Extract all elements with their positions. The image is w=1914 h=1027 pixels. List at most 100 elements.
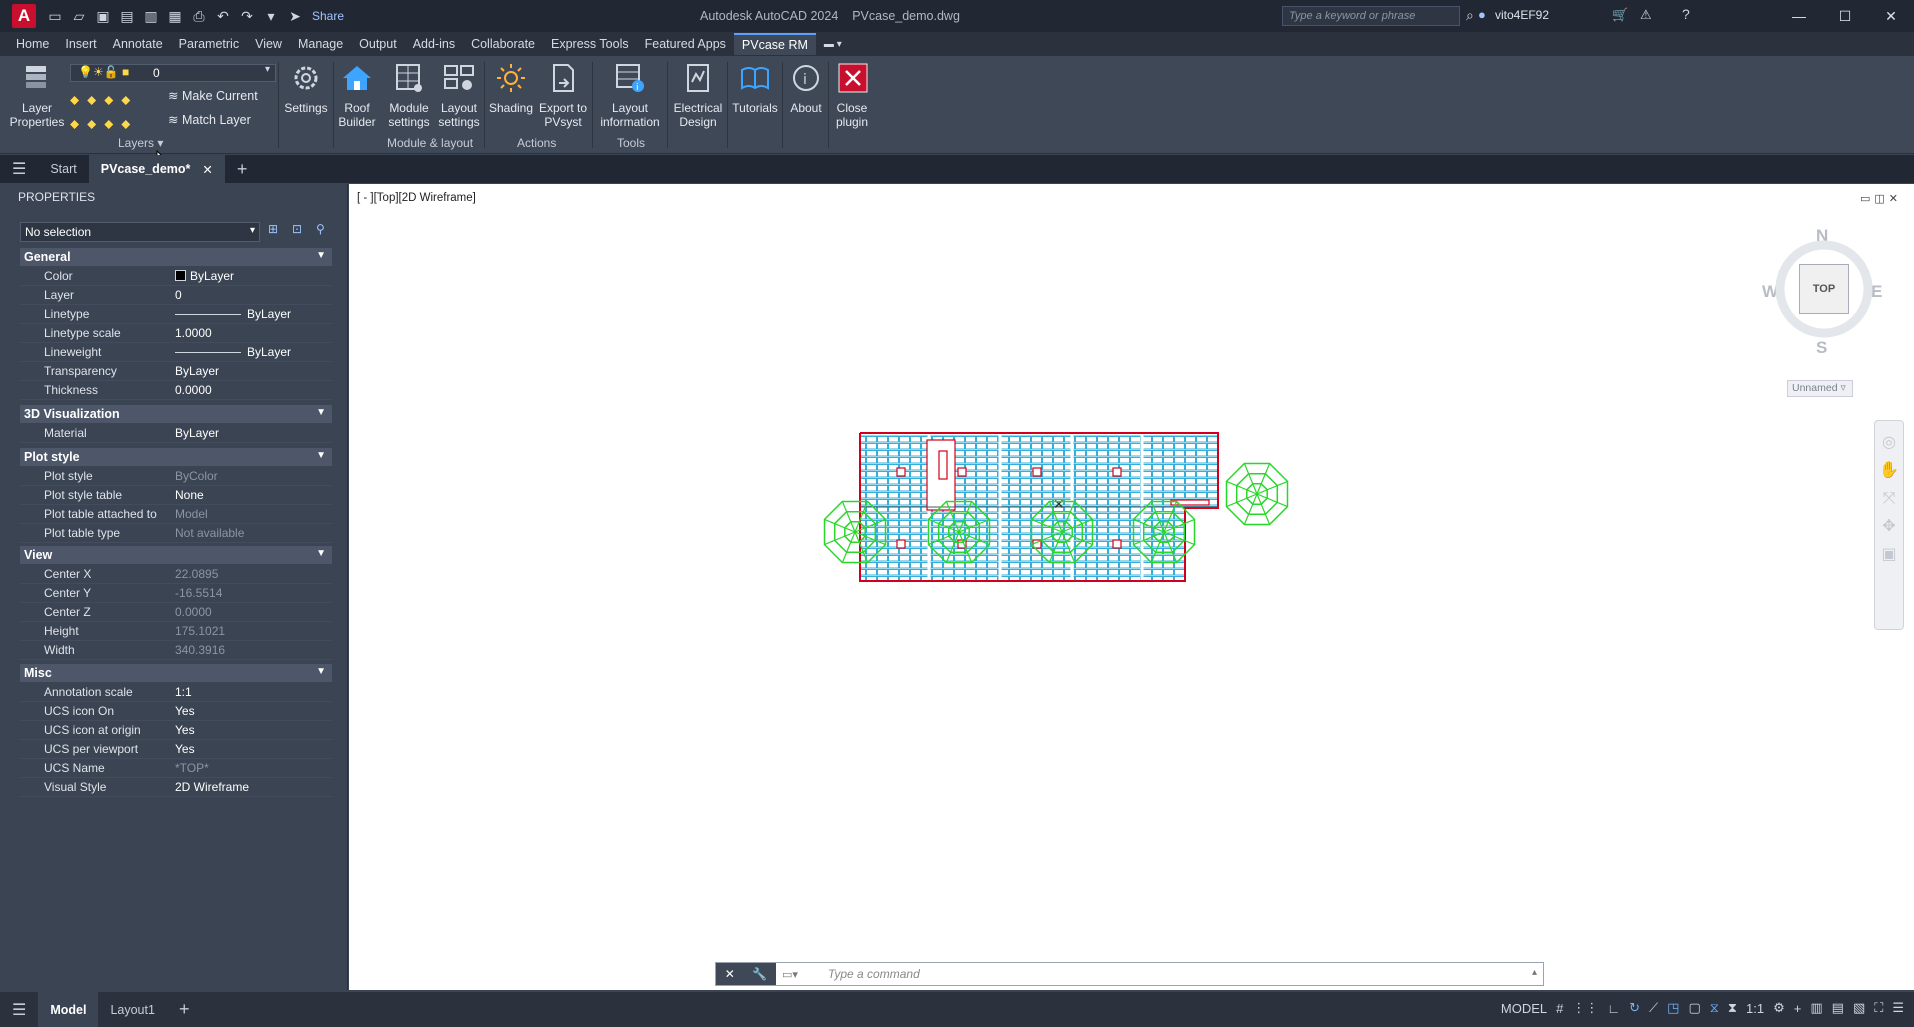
section-3d-visualization[interactable]: 3D Visualization ▼ bbox=[20, 405, 332, 423]
open-folder-icon[interactable]: ▱ bbox=[70, 7, 88, 25]
layout-settings-button[interactable]: Layout settings bbox=[434, 62, 484, 129]
prop-ucs-icon-origin[interactable]: UCS icon at origin Yes bbox=[20, 721, 332, 740]
command-input[interactable]: Type a command bbox=[828, 967, 920, 981]
cart-icon[interactable]: 🛒 bbox=[1612, 7, 1628, 23]
prop-transparency[interactable]: Transparency ByLayer bbox=[20, 362, 332, 381]
save-as-icon[interactable]: ▤ bbox=[118, 7, 136, 25]
prop-ucs-icon-on[interactable]: UCS icon On Yes bbox=[20, 702, 332, 721]
export-icon[interactable]: ▥ bbox=[142, 7, 160, 25]
new-file-icon[interactable]: ▭ bbox=[46, 7, 64, 25]
customize-menu-icon[interactable]: ☰ bbox=[1892, 1000, 1904, 1016]
object-snap-icon[interactable]: ◳ bbox=[1667, 1000, 1679, 1016]
toggle-pickadd-icon[interactable]: ⊞ bbox=[268, 222, 286, 240]
roof-builder-button[interactable]: Roof Builder bbox=[336, 62, 378, 129]
prop-width[interactable]: Width 340.3916 bbox=[20, 641, 332, 660]
tab-pvcase-demo[interactable]: PVcase_demo* ✕ bbox=[88, 155, 225, 183]
tab-parametric[interactable]: Parametric bbox=[171, 34, 247, 54]
prop-center-y[interactable]: Center Y -16.5514 bbox=[20, 584, 332, 603]
search-input[interactable]: Type a keyword or phrase bbox=[1282, 6, 1460, 26]
section-plot-style[interactable]: Plot style ▼ bbox=[20, 448, 332, 466]
make-current-button[interactable]: ≋ Make Current bbox=[168, 88, 258, 103]
select-objects-icon[interactable]: ⊡ bbox=[292, 222, 310, 240]
new-tab-icon[interactable]: + bbox=[225, 155, 260, 183]
undo-icon[interactable]: ↶ bbox=[214, 7, 232, 25]
share-icon[interactable]: ➤ bbox=[286, 7, 304, 25]
tab-featured-apps[interactable]: Featured Apps bbox=[637, 34, 734, 54]
tab-pvcase-rm[interactable]: PVcase RM bbox=[733, 33, 816, 55]
layout-information-button[interactable]: i Layout information bbox=[596, 62, 664, 129]
search-icon[interactable]: ⌕ bbox=[1466, 7, 1474, 24]
recent-commands-icon[interactable]: ▭▾ bbox=[782, 968, 798, 981]
minimize-icon[interactable]: — bbox=[1776, 0, 1822, 32]
prop-plot-style[interactable]: Plot style ByColor bbox=[20, 467, 332, 486]
tab-express-tools[interactable]: Express Tools bbox=[543, 34, 637, 54]
application-menu-icon[interactable]: ☰ bbox=[0, 155, 38, 183]
command-history-icon[interactable]: ▴ bbox=[1532, 967, 1537, 978]
match-layer-button[interactable]: ≋ Match Layer bbox=[168, 112, 251, 127]
selection-dropdown[interactable]: No selection ▾ bbox=[20, 222, 260, 242]
shading-button[interactable]: Shading bbox=[487, 62, 535, 115]
tab-manage[interactable]: Manage bbox=[290, 34, 351, 54]
prop-height[interactable]: Height 175.1021 bbox=[20, 622, 332, 641]
annotation-monitor-icon[interactable]: + bbox=[1794, 1001, 1802, 1016]
tab-insert[interactable]: Insert bbox=[57, 34, 104, 54]
prop-linetype-scale[interactable]: Linetype scale 1.0000 bbox=[20, 324, 332, 343]
autocad-logo-icon[interactable]: A bbox=[12, 4, 36, 28]
save-icon[interactable]: ▣ bbox=[94, 7, 112, 25]
tab-start[interactable]: Start bbox=[38, 155, 88, 183]
publish-icon[interactable]: ▦ bbox=[166, 7, 184, 25]
annotation-visibility-icon[interactable]: ⧖ bbox=[1710, 1000, 1719, 1016]
help-icon[interactable]: ? bbox=[1682, 6, 1690, 22]
prop-visual-style[interactable]: Visual Style 2D Wireframe bbox=[20, 778, 332, 797]
autodesk-a360-icon[interactable]: ⚠ bbox=[1640, 7, 1652, 23]
prop-lineweight[interactable]: Lineweight ByLayer bbox=[20, 343, 332, 362]
prop-ucs-per-viewport[interactable]: UCS per viewport Yes bbox=[20, 740, 332, 759]
section-misc[interactable]: Misc ▼ bbox=[20, 664, 332, 682]
workspace-gear-icon[interactable]: ⚙ bbox=[1773, 1000, 1785, 1016]
module-settings-button[interactable]: Module settings bbox=[384, 62, 434, 129]
tab-add-ins[interactable]: Add-ins bbox=[405, 34, 463, 54]
prop-material[interactable]: Material ByLayer bbox=[20, 424, 332, 443]
close-tab-icon[interactable]: ✕ bbox=[202, 162, 212, 177]
settings-button[interactable]: Settings bbox=[282, 62, 330, 115]
user-icon[interactable]: ● bbox=[1478, 7, 1486, 22]
tab-output[interactable]: Output bbox=[351, 34, 405, 54]
prop-layer[interactable]: Layer 0 bbox=[20, 286, 332, 305]
prop-linetype[interactable]: Linetype ByLayer bbox=[20, 305, 332, 324]
ribbon-minimize-icon[interactable]: ▬ ▾ bbox=[816, 36, 850, 53]
isolate-objects-icon[interactable]: ▧ bbox=[1853, 1000, 1865, 1016]
polar-tracking-icon[interactable]: ↻ bbox=[1629, 1000, 1640, 1016]
prop-color[interactable]: Color ByLayer bbox=[20, 267, 332, 286]
tab-view[interactable]: View bbox=[247, 34, 290, 54]
ortho-icon[interactable]: ∟ bbox=[1607, 1001, 1620, 1016]
tab-model[interactable]: Model bbox=[38, 992, 99, 1027]
tab-layout1[interactable]: Layout1 bbox=[98, 992, 166, 1027]
prop-plot-style-table[interactable]: Plot style table None bbox=[20, 486, 332, 505]
export-pvsyst-button[interactable]: Export to PVsyst bbox=[536, 62, 590, 129]
snap-icon[interactable]: ⋮⋮ bbox=[1572, 1000, 1598, 1016]
quick-select-icon[interactable]: ⚲ bbox=[316, 222, 334, 240]
close-plugin-button[interactable]: Close plugin bbox=[831, 62, 873, 129]
user-name[interactable]: vito4EF92 bbox=[1495, 8, 1549, 22]
autoscale-icon[interactable]: ⧗ bbox=[1728, 1000, 1737, 1016]
annotation-scale[interactable]: 1:1 bbox=[1746, 1001, 1764, 1016]
layers-group-label[interactable]: Layers ▾ bbox=[118, 136, 163, 150]
units-icon[interactable]: ▥ bbox=[1810, 1000, 1822, 1016]
about-button[interactable]: i About bbox=[785, 62, 827, 115]
command-close-icon[interactable]: ✕ bbox=[725, 967, 735, 981]
close-icon[interactable]: ✕ bbox=[1868, 0, 1914, 32]
isodraft-icon[interactable]: ⟋ bbox=[1649, 1000, 1658, 1016]
layout-menu-icon[interactable]: ☰ bbox=[0, 992, 38, 1027]
transparency-icon[interactable]: ▢ bbox=[1688, 1000, 1700, 1016]
command-line[interactable]: ✕ 🔧 ▭▾ Type a command ▴ bbox=[715, 962, 1544, 986]
add-layout-icon[interactable]: + bbox=[167, 992, 202, 1027]
model-space-button[interactable]: MODEL bbox=[1501, 1001, 1547, 1016]
prop-ucs-name[interactable]: UCS Name *TOP* bbox=[20, 759, 332, 778]
grid-icon[interactable]: # bbox=[1556, 1001, 1563, 1016]
prop-center-z[interactable]: Center Z 0.0000 bbox=[20, 603, 332, 622]
prop-plot-table-type[interactable]: Plot table type Not available bbox=[20, 524, 332, 543]
command-customize-icon[interactable]: 🔧 bbox=[752, 967, 767, 981]
section-general[interactable]: General ▼ bbox=[20, 248, 332, 266]
prop-plot-table-attached[interactable]: Plot table attached to Model bbox=[20, 505, 332, 524]
share-button[interactable]: Share bbox=[312, 9, 344, 23]
